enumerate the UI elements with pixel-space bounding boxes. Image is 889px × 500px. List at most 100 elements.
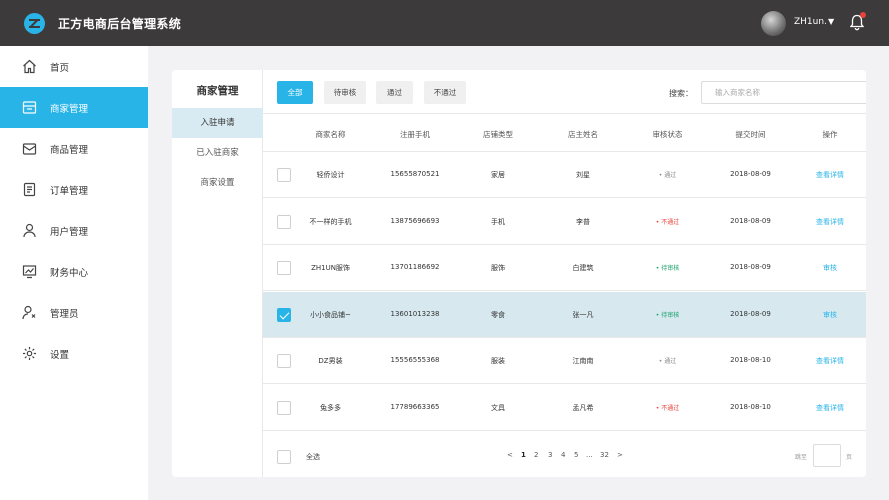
table-row[interactable]: DZ男装 15556555368 服装 江南南 通过 2018-08-10 查看详情 [263,338,866,384]
filter-all-button[interactable]: 全部 [277,81,313,104]
sidebar-item-settings[interactable]: 设置 [0,333,148,374]
cell-action[interactable]: 查看详情 [810,403,850,413]
sidebar-item-label: 财务中心 [50,268,89,279]
cell-owner: 江南南 [572,357,594,365]
sidebar-item-orders[interactable]: 订单管理 [0,169,148,210]
page-4-button[interactable]: 4 [561,451,565,459]
filter-passed-button[interactable]: 通过 [376,81,413,104]
cell-phone: 13601013238 [390,309,440,318]
sidebar-item-merchant[interactable]: 商家管理 [0,87,148,128]
next-page-button[interactable]: > [617,451,623,459]
cell-action[interactable]: 审核 [810,310,850,320]
page-2-button[interactable]: 2 [534,451,538,459]
cell-date: 2018-08-09 [730,170,771,178]
page-5-button[interactable]: 5 [574,451,578,459]
column-header-date: 提交时间 [735,130,766,139]
sidebar-item-products[interactable]: 商品管理 [0,128,148,169]
cell-phone: 15655870521 [390,170,440,178]
page-jump-input[interactable] [813,444,841,467]
table-row[interactable]: 小小食品铺~ 13601013238 零食 张一凡 待审核 2018-08-09 审核 [263,291,866,338]
page-1-button[interactable]: 1 [521,451,526,459]
page-ellipsis: ... [586,451,593,459]
chart-icon [22,265,37,279]
row-checkbox[interactable] [277,261,291,275]
cell-action[interactable]: 查看详情 [810,356,850,366]
filter-rejected-button[interactable]: 不通过 [424,81,466,104]
cell-status: 不通过 [640,217,695,226]
cell-type: 手机 [491,217,505,226]
filter-pending-button[interactable]: 待审核 [324,81,366,104]
chevron-down-icon[interactable]: ▼ [828,17,834,26]
cell-type: 服饰 [491,264,505,272]
prev-page-button[interactable]: < [507,451,513,459]
row-checkbox[interactable] [277,400,291,415]
cell-status: 通过 [640,356,695,365]
cell-action[interactable]: 审核 [810,263,850,273]
cell-action[interactable]: 查看详情 [810,170,850,180]
cell-date: 2018-08-09 [730,309,771,318]
cell-phone: 15556555368 [390,356,440,364]
sidebar-item-label: 订单管理 [50,186,89,197]
page-32-button[interactable]: 32 [600,451,609,459]
cell-action[interactable]: 查看详情 [810,217,850,227]
notification-dot [860,12,866,18]
search-input[interactable]: 输入商家名称 [701,81,866,104]
row-checkbox[interactable] [277,168,291,182]
sidebar-item-admin[interactable]: 管理员 [0,292,148,333]
cell-type: 服装 [491,357,505,365]
cell-name: DZ男装 [318,357,343,365]
cell-owner: 张一凡 [572,310,594,319]
table-footer: 全选 < 1 2 3 4 5 ... 32 > 跳至 页 [263,436,866,477]
table-header: 商家名称 注册手机 店铺类型 店主姓名 审核状态 提交时间 操作 [263,114,866,152]
table-row[interactable]: ZH1UN服饰 13701186692 服饰 白建筑 待审核 2018-08-09 审核 [263,245,866,291]
cell-status: 待审核 [640,263,695,272]
column-header-owner: 店主姓名 [568,130,598,139]
subnav-item-applications[interactable]: 入驻申请 [172,108,263,138]
app-logo[interactable] [24,13,45,34]
select-all-label: 全选 [306,453,320,461]
cell-name: 兔多多 [320,403,341,412]
subnav-item-settled[interactable]: 已入驻商家 [172,138,263,168]
cell-type: 家居 [491,171,505,179]
search-label: 搜索： [669,89,693,98]
cell-date: 2018-08-09 [730,216,771,225]
username[interactable]: ZH1un. [794,17,827,27]
user-icon [23,223,36,238]
column-header-action: 操作 [822,130,838,139]
admin-icon [22,305,36,320]
row-checkbox[interactable] [277,307,291,322]
row-checkbox[interactable] [277,354,291,368]
sidebar-item-users[interactable]: 用户管理 [0,210,148,251]
table-row[interactable]: 轻侨设计 15655870521 家居 刘星 通过 2018-08-09 查看详情 [263,152,866,198]
filter-bar: 全部 待审核 通过 不通过 搜索： 输入商家名称 查询 [263,70,866,114]
cell-phone: 17789663365 [390,402,440,411]
cell-status: 通过 [640,170,695,179]
table-row[interactable]: 兔多多 17789663365 文具 孟凡希 不通过 2018-08-10 查看详情 [263,385,866,431]
cell-name: 轻侨设计 [316,171,345,179]
subnav-item-settings[interactable]: 商家设置 [172,168,263,198]
cell-name: 小小食品铺~ [310,310,351,319]
home-icon [23,59,36,74]
select-all-checkbox[interactable] [277,450,291,464]
column-header-status: 审核状态 [652,130,683,139]
sub-nav: 商家管理 入驻申请 已入驻商家 商家设置 [172,70,263,477]
sidebar-item-finance[interactable]: 财务中心 [0,251,148,292]
cell-owner: 白建筑 [572,264,594,272]
sidebar-item-label: 用户管理 [50,227,89,238]
sidebar-item-home[interactable]: 首页 [0,46,148,87]
sidebar-item-label: 首页 [50,63,70,74]
cell-date: 2018-08-10 [730,402,771,411]
table-row[interactable]: 不一样的手机 13875696693 手机 李普 不通过 2018-08-09 查看详情 [263,199,866,245]
cell-date: 2018-08-10 [730,356,771,364]
avatar[interactable] [761,11,786,36]
row-checkbox[interactable] [277,214,291,229]
page-3-button[interactable]: 3 [548,451,552,459]
cell-type: 零食 [491,310,505,319]
top-bar: 正方电商后台管理系统 ZH1un. ▼ [0,0,889,46]
gear-icon [23,347,36,360]
app-title: 正方电商后台管理系统 [58,17,182,31]
column-header-phone: 注册手机 [400,130,430,139]
cell-name: 不一样的手机 [309,217,352,226]
cell-owner: 孟凡希 [572,403,594,412]
order-icon [23,182,36,197]
